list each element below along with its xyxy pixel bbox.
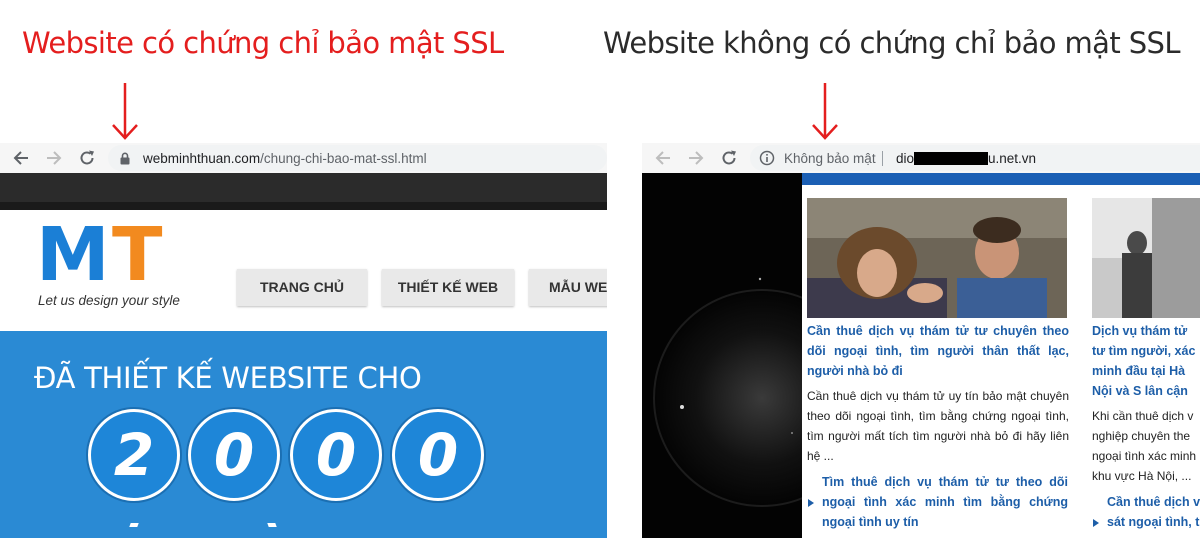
- counter-digit: 0: [392, 409, 484, 501]
- article-excerpt: Khi cần thuê dịch v nghiệp chuyên the ng…: [1092, 409, 1197, 483]
- url-start: dio: [896, 151, 915, 166]
- counter-digit: 0: [290, 409, 382, 501]
- separator: [882, 151, 883, 166]
- counter-digit: 0: [188, 409, 280, 501]
- browser-toolbar-secure: webminhthuan.com/chung-chi-bao-mat-ssl.h…: [0, 143, 607, 173]
- nav-item-templates[interactable]: MẪU WEB: [529, 269, 607, 306]
- forward-icon[interactable]: [687, 149, 705, 167]
- lock-icon[interactable]: [119, 152, 131, 165]
- url-domain: webminhthuan.com: [143, 151, 261, 166]
- back-icon[interactable]: [12, 149, 30, 167]
- nav-item-home[interactable]: TRANG CHỦ: [237, 269, 367, 306]
- article-photo[interactable]: [1092, 198, 1200, 318]
- back-icon[interactable]: [654, 149, 672, 167]
- article-excerpt: Cần thuê dịch vụ thám tử uy tín bảo mật …: [807, 389, 1069, 463]
- security-label[interactable]: Không bảo mật: [784, 151, 876, 166]
- bullet-arrow-icon: [808, 499, 814, 507]
- arrow-down-icon: [112, 83, 138, 140]
- hero-cutoff-glyph: [129, 523, 139, 527]
- website-insecure: Cần thuê dịch vụ thám tử tư chuyên theo …: [642, 173, 1200, 538]
- hero-title: ĐÃ THIẾT KẾ WEBSITE CHO: [34, 361, 422, 395]
- site-topbar: [0, 173, 607, 210]
- address-bar[interactable]: Không bảo mật dio u.net.vn: [750, 145, 1200, 171]
- caption-ssl-insecure: Website không có chứng chỉ bảo mật SSL: [603, 26, 1180, 60]
- hero-cutoff-glyph: [267, 523, 277, 527]
- related-link[interactable]: Tìm thuê dịch vụ thám tử tư theo dõi ngo…: [822, 472, 1068, 532]
- caption-ssl-secure: Website có chứng chỉ bảo mật SSL: [22, 26, 504, 60]
- reload-icon[interactable]: [720, 149, 738, 167]
- related-link[interactable]: Cần thuê dịch v sát ngoại tình, t: [1107, 492, 1200, 532]
- space-decoration: [652, 277, 802, 508]
- article-photo[interactable]: [807, 198, 1067, 318]
- redaction-bar: [914, 152, 988, 165]
- url-path: /chung-chi-bao-mat-ssl.html: [260, 151, 427, 166]
- space-background: [642, 173, 802, 538]
- article-title[interactable]: Cần thuê dịch vụ thám tử tư chuyên theo …: [807, 321, 1069, 381]
- content-header-bar: [802, 173, 1200, 185]
- nav-item-web-design[interactable]: THIẾT KẾ WEB: [382, 269, 514, 306]
- hero-banner: ĐÃ THIẾT KẾ WEBSITE CHO 2 0 0 0: [0, 331, 607, 538]
- arrow-down-icon: [812, 83, 838, 140]
- forward-icon[interactable]: [45, 149, 63, 167]
- info-icon[interactable]: [759, 150, 775, 166]
- logo-letter-m: M: [36, 212, 110, 298]
- logo-letter-t: T: [112, 212, 163, 298]
- url-end: u.net.vn: [988, 151, 1037, 166]
- article-title[interactable]: Dịch vụ thám tử tư tìm người, xác minh đ…: [1092, 321, 1200, 401]
- url-text: webminhthuan.com/chung-chi-bao-mat-ssl.h…: [143, 151, 427, 166]
- counter-digit: 2: [88, 409, 180, 501]
- browser-toolbar-insecure: Không bảo mật dio u.net.vn: [642, 143, 1200, 173]
- reload-icon[interactable]: [78, 149, 96, 167]
- address-bar[interactable]: webminhthuan.com/chung-chi-bao-mat-ssl.h…: [108, 145, 607, 171]
- bullet-arrow-icon: [1093, 519, 1099, 527]
- logo-tagline: Let us design your style: [38, 293, 180, 308]
- website-minhthuan: M T Let us design your style TRANG CHỦ T…: [0, 173, 607, 538]
- url-text: dio u.net.vn: [896, 151, 1036, 166]
